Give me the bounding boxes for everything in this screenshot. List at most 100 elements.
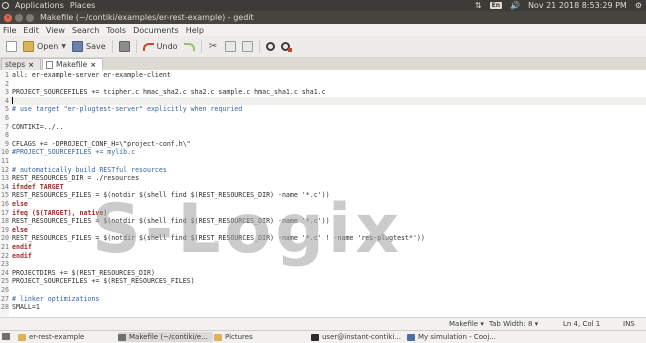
save-button[interactable]: Save [72,41,106,52]
search-icon [265,42,275,51]
taskbar: er-rest-example Makefile (~/contiki/e...… [0,330,646,343]
menu-tools[interactable]: Tools [103,26,130,35]
taskbar-item-cooja[interactable]: My simulation - Cooj... [407,332,502,342]
tab-width-selector[interactable]: Tab Width: 8 ▾ [489,320,538,328]
code-line[interactable]: 22 endif [0,252,32,260]
gear-icon[interactable]: ⚙ [635,1,642,10]
code-line[interactable]: 1 all: er-example-server er-example-clien… [0,71,171,79]
printer-icon [118,41,130,52]
open-label: Open [37,42,59,51]
ubuntu-logo-icon[interactable] [2,2,9,9]
watermark-text: S-Logix [92,190,404,269]
code-line[interactable]: 28 SMALL=1 [0,303,40,311]
text-editor[interactable]: 1 all: er-example-server er-example-clien… [0,70,646,317]
places-menu[interactable]: Places [70,1,95,10]
code-line[interactable]: 3 PROJECT_SOURCEFILES += tcipher.c hmac_s… [0,88,326,96]
menu-view[interactable]: View [43,26,69,35]
tab-makefile[interactable]: Makefile × [42,58,104,70]
scissors-icon: ✂ [208,41,218,52]
taskbar-item-pictures[interactable]: Pictures [214,332,309,342]
java-window-icon [407,333,415,341]
new-document-button[interactable] [6,41,17,52]
code-line[interactable]: 9 CFLAGS += -DPROJECT_CONF_H=\"project-co… [0,140,191,148]
window-titlebar[interactable]: × Makefile (~/contiki/examples/er-rest-e… [0,11,646,24]
code-line[interactable]: 16 else [0,200,28,208]
find-replace-button[interactable] [280,42,292,52]
toolbar-separator [135,40,137,53]
cut-button[interactable]: ✂ [208,41,219,52]
tab-label: steps [5,60,26,69]
close-icon[interactable]: × [28,61,34,69]
code-line[interactable]: 19 else [0,226,28,234]
code-line[interactable]: 27 # linker optimizations [0,295,99,303]
text-editor-icon [118,333,126,341]
folder-icon [214,333,222,341]
code-line[interactable]: 15 REST_RESOURCES_FILES = $(notdir $(shel… [0,191,330,199]
copy-button[interactable] [224,41,236,52]
toolbar-separator [111,40,113,53]
paste-button[interactable] [241,41,253,52]
print-button[interactable] [118,41,130,52]
code-line[interactable]: 12 # automatically build RESTful resource… [0,166,167,174]
code-line[interactable]: 21 endif [0,243,32,251]
code-line[interactable]: 25 PROJECT_SOURCEFILES += $(REST_RESOURCE… [0,277,195,285]
code-line[interactable]: 6 [0,114,12,122]
maximize-window-button[interactable] [26,13,34,22]
tab-steps[interactable]: steps × [1,58,42,70]
new-document-icon [6,41,17,52]
code-line[interactable]: 2 [0,80,12,88]
close-icon[interactable]: × [90,61,96,69]
code-line[interactable]: 10 #PROJECT_SOURCEFILES += mylib.c [0,148,135,156]
minimize-window-button[interactable] [15,13,23,22]
paste-icon [241,41,253,52]
text-cursor [12,97,13,105]
code-line[interactable]: 24 PROJECTDIRS += $(REST_RESOURCES_DIR) [0,269,155,277]
copy-icon [224,41,236,52]
keyboard-layout-indicator[interactable]: En [489,2,502,9]
insert-mode: INS [623,320,635,328]
code-line[interactable]: 14 ifndef TARGET [0,183,64,191]
code-line[interactable]: 11 [0,157,12,165]
language-selector[interactable]: Makefile ▾ [449,320,484,328]
menu-edit[interactable]: Edit [20,26,43,35]
terminal-icon [311,333,319,341]
toolbar: Open ▼ Save Undo ✂ [0,36,646,58]
code-line[interactable]: 17 ifeq ($(TARGET), native) [0,209,107,217]
find-button[interactable] [265,42,275,51]
top-panel: Applications Places ⇅ En 🔊 Nov 21 2018 8… [0,0,646,11]
code-line[interactable]: 5 # use target "er-plugtest-server" expli… [0,105,242,113]
redo-button[interactable] [183,42,195,51]
undo-label: Undo [156,42,178,51]
menu-bar: File Edit View Search Tools Documents He… [0,24,646,36]
code-line[interactable]: 20 REST_RESOURCES_FILES = $(notdir $(shel… [0,234,425,242]
code-line[interactable]: 13 REST_RESOURCES_DIR = ./resources [0,174,139,182]
cursor-position: Ln 4, Col 1 [563,320,601,328]
applications-menu[interactable]: Applications [15,1,64,10]
code-line[interactable]: 7 CONTIKI=../.. [0,123,64,131]
undo-button[interactable]: Undo [142,42,178,51]
window-title: Makefile (~/contiki/examples/er-rest-exa… [40,13,254,22]
save-label: Save [86,42,106,51]
code-line[interactable]: 23 [0,260,12,268]
tab-label: Makefile [56,60,88,69]
menu-search[interactable]: Search [69,26,103,35]
close-window-button[interactable]: × [4,13,12,22]
network-icon[interactable]: ⇅ [475,1,482,10]
menu-file[interactable]: File [0,26,20,35]
code-line[interactable]: 18 REST_RESOURCES_FILES = $(notdir $(shel… [0,217,330,225]
code-line-current[interactable]: 4 [0,96,646,105]
code-line[interactable]: 8 [0,131,12,139]
open-button[interactable]: Open ▼ [23,41,66,52]
chevron-down-icon[interactable]: ▼ [61,43,66,50]
code-line[interactable]: 26 [0,286,12,294]
volume-icon[interactable]: 🔊 [510,1,520,10]
taskbar-item-makefile[interactable]: Makefile (~/contiki/e... [118,332,213,342]
menu-help[interactable]: Help [183,26,208,35]
undo-icon [142,42,154,51]
clock[interactable]: Nov 21 2018 8:53:29 PM [528,1,627,10]
taskbar-item-terminal[interactable]: user@instant-contiki... [311,332,406,342]
show-desktop-icon[interactable] [2,333,10,340]
toolbar-separator [258,40,260,53]
menu-documents[interactable]: Documents [130,26,183,35]
taskbar-item-er-rest-example[interactable]: er-rest-example [18,332,113,342]
